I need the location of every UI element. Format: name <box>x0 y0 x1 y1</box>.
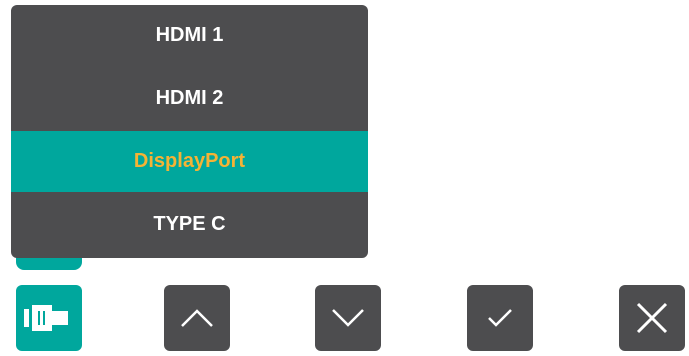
chevron-down-icon <box>332 309 364 327</box>
confirm-button[interactable] <box>467 285 533 351</box>
menu-item-label: HDMI 1 <box>155 24 224 46</box>
down-button[interactable] <box>315 285 381 351</box>
menu-item-hdmi-2[interactable]: HDMI 2 <box>11 68 368 129</box>
input-source-button[interactable] <box>16 285 82 351</box>
input-source-menu: HDMI 1 HDMI 2 DisplayPort TYPE C <box>11 5 368 258</box>
menu-item-hdmi-1[interactable]: HDMI 1 <box>11 5 368 66</box>
menu-item-label: TYPE C <box>153 213 226 235</box>
up-button[interactable] <box>164 285 230 351</box>
menu-item-label: HDMI 2 <box>155 87 224 109</box>
menu-item-label: DisplayPort <box>133 150 246 172</box>
input-source-icon <box>24 305 68 331</box>
chevron-up-icon <box>181 309 213 327</box>
checkmark-icon <box>488 309 512 327</box>
menu-item-displayport[interactable]: DisplayPort <box>11 131 368 192</box>
close-icon <box>636 302 668 334</box>
menu-item-type-c[interactable]: TYPE C <box>11 194 368 255</box>
close-button[interactable] <box>619 285 685 351</box>
